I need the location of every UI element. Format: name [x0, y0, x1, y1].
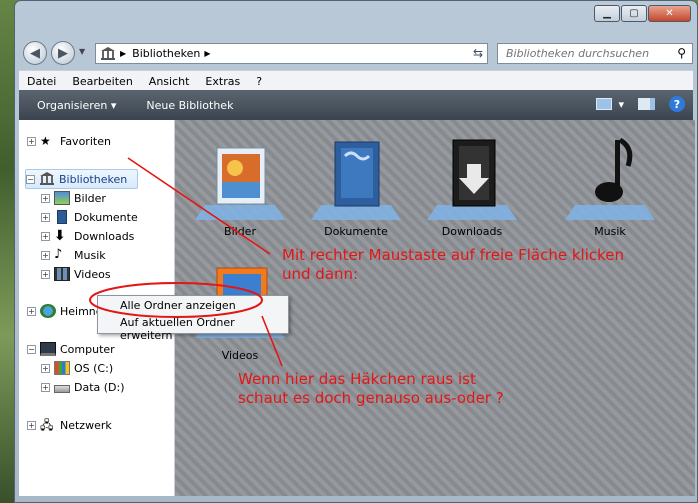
annotation-line: und dann:	[282, 265, 359, 283]
annotation-line: Wenn hier das Häkchen raus ist	[238, 370, 476, 388]
annotation-arrow-bottom	[261, 315, 283, 367]
annotation-circle	[89, 282, 263, 318]
annotation-line: schaut es doch genauso aus-oder ?	[238, 389, 504, 407]
annotation-arrow-top	[127, 157, 271, 255]
annotation-text-bottom: Wenn hier das Häkchen raus ist schaut es…	[238, 370, 504, 408]
annotation-line: Mit rechter Maustaste auf freie Fläche k…	[282, 246, 624, 264]
annotation-text-top: Mit rechter Maustaste auf freie Fläche k…	[282, 246, 624, 284]
